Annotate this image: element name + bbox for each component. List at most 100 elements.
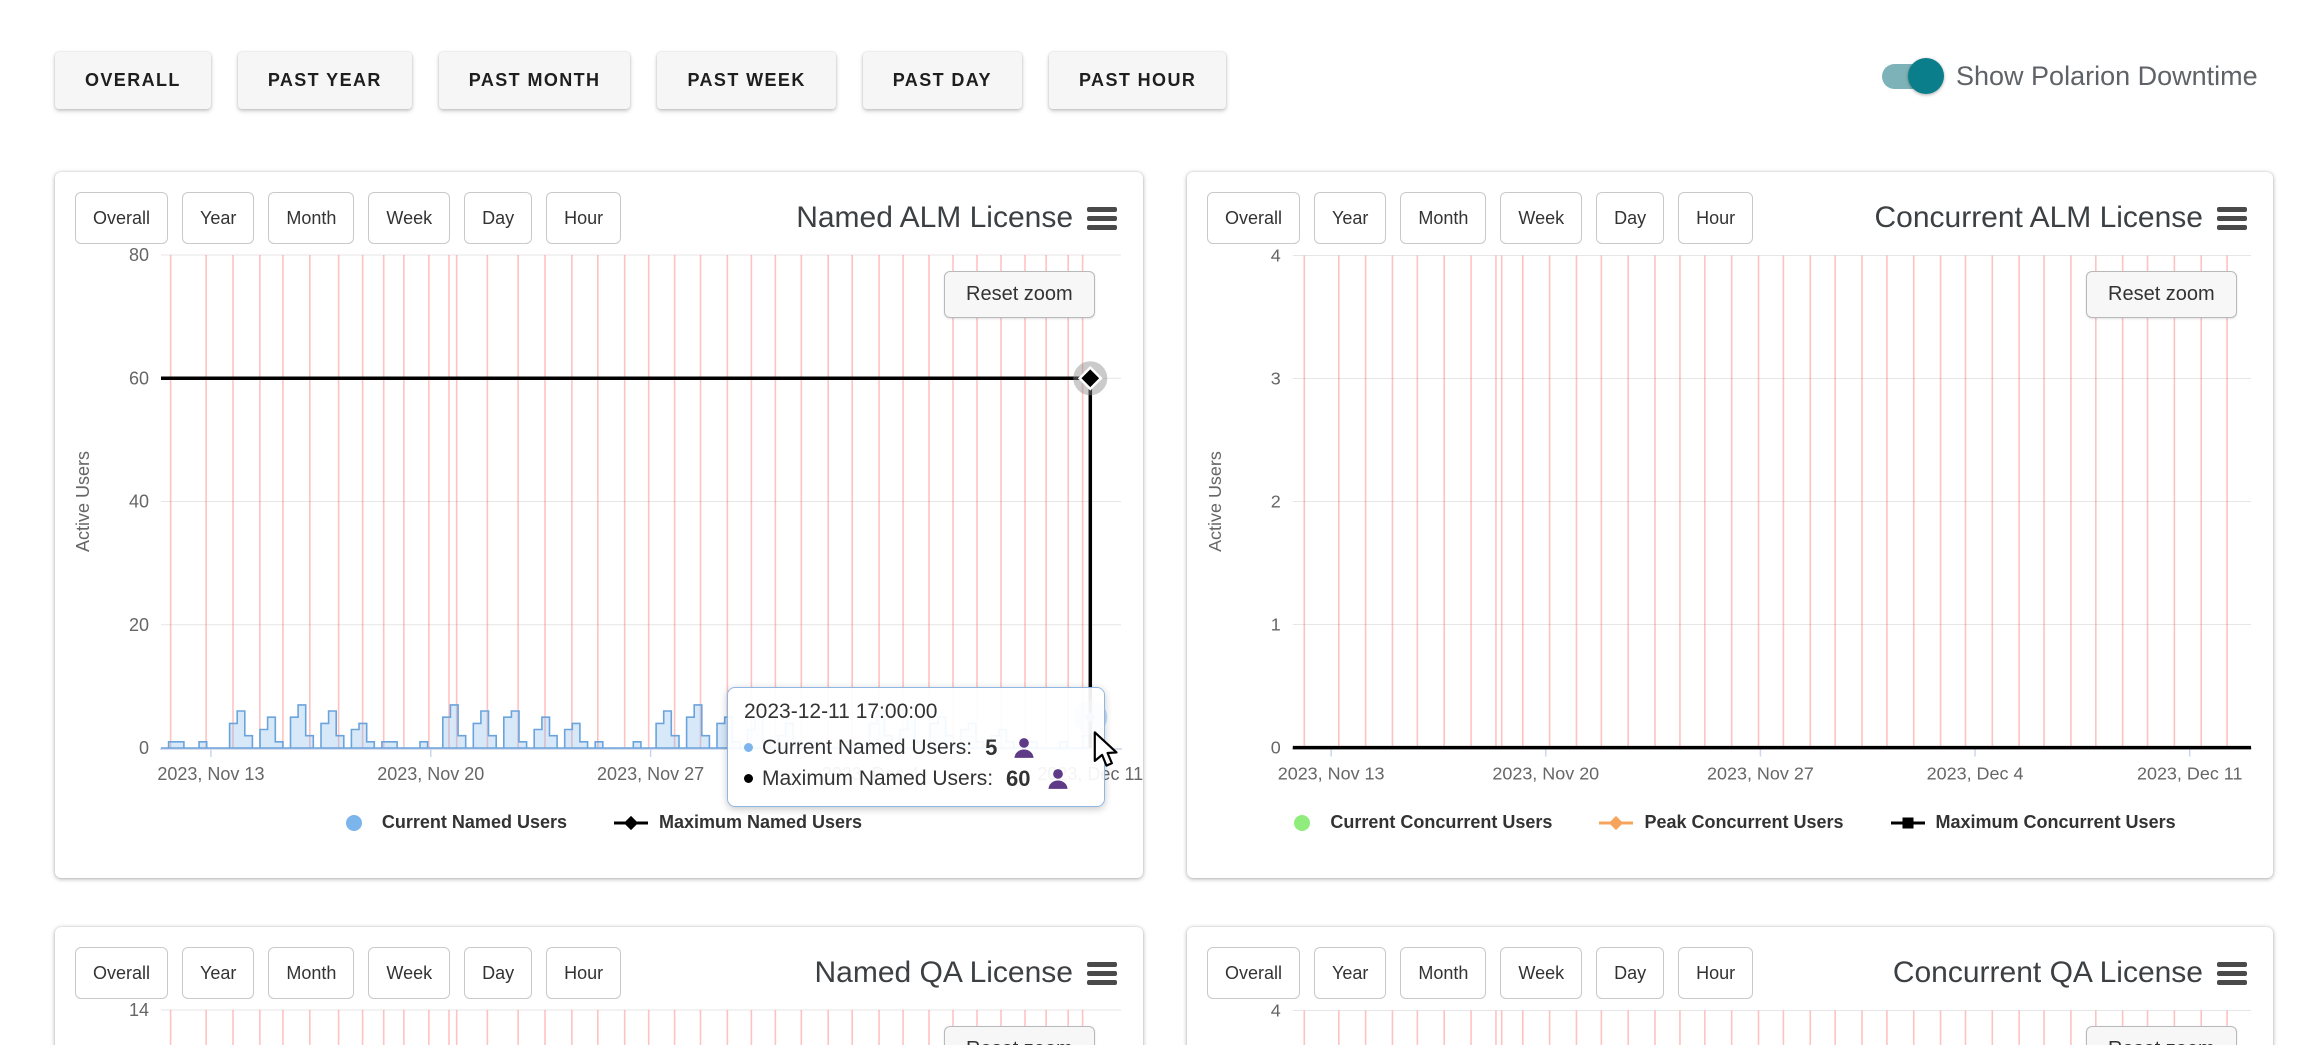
y-tick-label: 3: [1271, 369, 1281, 389]
downtime-toggle-group: Show Polarion Downtime: [1880, 55, 2258, 97]
legend-item[interactable]: Peak Concurrent Users: [1598, 812, 1843, 833]
legend-label: Current Concurrent Users: [1330, 812, 1552, 833]
diamond-line-legend-icon: [613, 814, 649, 832]
reset-zoom-button[interactable]: Reset zoom: [2086, 1026, 2237, 1045]
series-bullet-icon: [744, 774, 753, 783]
range-button-year[interactable]: Year: [1314, 192, 1386, 244]
panel-concurrent-alm-license: Overall Year Month Week Day Hour Concurrent A…: [1187, 172, 2273, 878]
show-downtime-toggle[interactable]: [1880, 55, 1944, 97]
legend-item[interactable]: Current Named Users: [336, 812, 567, 833]
legend-label: Current Named Users: [382, 812, 567, 833]
mouse-cursor-icon: [1090, 731, 1124, 769]
range-button-year[interactable]: Year: [182, 947, 254, 999]
tooltip-row-value: 60: [1006, 763, 1030, 794]
range-button-hour[interactable]: Hour: [1678, 947, 1753, 999]
toolbar-button-past-month[interactable]: PAST MONTH: [439, 52, 631, 109]
reset-zoom-button[interactable]: Reset zoom: [944, 271, 1095, 318]
range-button-hour[interactable]: Hour: [546, 192, 621, 244]
circle-legend-icon: [336, 814, 372, 832]
legend-label: Peak Concurrent Users: [1644, 812, 1843, 833]
x-tick-label: 2023, Dec 4: [1927, 764, 2024, 784]
range-buttons: Overall Year Month Week Day Hour: [1207, 192, 1753, 244]
x-tick-label: 2023, Nov 20: [377, 764, 484, 784]
range-button-month[interactable]: Month: [268, 192, 354, 244]
y-tick-label: 0: [139, 738, 149, 758]
range-button-year[interactable]: Year: [1314, 947, 1386, 999]
y-tick-label: 20: [129, 615, 149, 635]
x-tick-label: 2023, Nov 13: [157, 764, 264, 784]
y-tick-label: 40: [129, 492, 149, 512]
legend-label: Maximum Concurrent Users: [1936, 812, 2176, 833]
x-tick-label: 2023, Nov 13: [1278, 764, 1385, 784]
downtime-toggle-label: Show Polarion Downtime: [1956, 61, 2258, 92]
range-button-overall[interactable]: Overall: [1207, 192, 1300, 244]
panel-title: Concurrent QA License: [1893, 956, 2203, 990]
toolbar-button-past-week[interactable]: PAST WEEK: [657, 52, 835, 109]
y-axis-title: Active Users: [73, 451, 93, 552]
tooltip-row-label: Current Named Users:: [762, 732, 972, 763]
range-button-week[interactable]: Week: [1500, 192, 1582, 244]
panel-title: Named QA License: [815, 956, 1073, 990]
y-tick-label: 1: [1271, 615, 1281, 635]
x-tick-label: 2023, Nov 27: [597, 764, 704, 784]
range-button-day[interactable]: Day: [464, 192, 532, 244]
y-tick-label: 4: [1271, 245, 1281, 265]
square-line-legend-icon: [1890, 814, 1926, 832]
toolbar-button-past-year[interactable]: PAST YEAR: [238, 52, 412, 109]
time-range-toolbar: OVERALL PAST YEAR PAST MONTH PAST WEEK P…: [55, 52, 1226, 109]
toolbar-button-past-hour[interactable]: PAST HOUR: [1049, 52, 1226, 109]
range-button-month[interactable]: Month: [268, 947, 354, 999]
range-button-hour[interactable]: Hour: [546, 947, 621, 999]
chart-canvas[interactable]: 0 1 2 3 4 2023, Nov 13 2023, Nov 20 2023, Nov 2…: [1187, 242, 2273, 802]
toggle-thumb-icon: [1908, 58, 1944, 94]
range-buttons: Overall Year Month Week Day Hour: [1207, 947, 1753, 999]
y-tick-label: 60: [129, 368, 149, 388]
chart-legend: Current Named Users Maximum Named Users: [55, 812, 1143, 833]
panel-title: Named ALM License: [796, 201, 1073, 235]
chart-menu-icon[interactable]: [2217, 207, 2247, 230]
chart-menu-icon[interactable]: [1087, 962, 1117, 985]
range-buttons: Overall Year Month Week Day Hour: [75, 192, 621, 244]
chart-menu-icon[interactable]: [2217, 962, 2247, 985]
x-tick-label: 2023, Dec 11: [2137, 764, 2242, 784]
chart-menu-icon[interactable]: [1087, 207, 1117, 230]
range-button-overall[interactable]: Overall: [1207, 947, 1300, 999]
range-button-week[interactable]: Week: [368, 192, 450, 244]
panel-named-qa-license: Overall Year Month Week Day Hour Named QA Lic…: [55, 927, 1143, 1045]
y-tick-label: 0: [1271, 738, 1281, 758]
x-tick-label: 2023, Nov 27: [1707, 764, 1814, 784]
range-button-day[interactable]: Day: [1596, 192, 1664, 244]
reset-zoom-button[interactable]: Reset zoom: [2086, 271, 2237, 318]
range-button-month[interactable]: Month: [1400, 947, 1486, 999]
range-button-year[interactable]: Year: [182, 192, 254, 244]
legend-item[interactable]: Current Concurrent Users: [1284, 812, 1552, 833]
chart-legend: Current Concurrent Users Peak Concurrent …: [1187, 812, 2273, 833]
range-button-month[interactable]: Month: [1400, 192, 1486, 244]
legend-item[interactable]: Maximum Named Users: [613, 812, 862, 833]
toolbar-button-overall[interactable]: OVERALL: [55, 52, 211, 109]
range-button-overall[interactable]: Overall: [75, 947, 168, 999]
tooltip-row-value: 5: [985, 732, 997, 763]
reset-zoom-button[interactable]: Reset zoom: [944, 1026, 1095, 1045]
person-icon: [1013, 737, 1035, 759]
tooltip-row-maximum: Maximum Named Users: 60: [744, 763, 1090, 794]
y-axis-title: Active Users: [1205, 451, 1225, 552]
range-button-day[interactable]: Day: [464, 947, 532, 999]
toolbar-button-past-day[interactable]: PAST DAY: [863, 52, 1022, 109]
legend-item[interactable]: Maximum Concurrent Users: [1890, 812, 2176, 833]
range-button-hour[interactable]: Hour: [1678, 192, 1753, 244]
panel-title: Concurrent ALM License: [1874, 201, 2203, 235]
range-button-overall[interactable]: Overall: [75, 192, 168, 244]
tooltip-timestamp: 2023-12-11 17:00:00: [744, 700, 1090, 724]
range-button-week[interactable]: Week: [1500, 947, 1582, 999]
y-tick-label: 2: [1271, 492, 1281, 512]
panel-concurrent-qa-license: Overall Year Month Week Day Hour Concurrent Q…: [1187, 927, 2273, 1045]
y-tick-label: 4: [1271, 1000, 1281, 1020]
x-tick-label: 2023, Nov 20: [1492, 764, 1599, 784]
range-button-day[interactable]: Day: [1596, 947, 1664, 999]
tooltip-row-label: Maximum Named Users:: [762, 763, 993, 794]
diamond-line-legend-icon: [1598, 814, 1634, 832]
y-tick-label: 14: [129, 1000, 149, 1020]
range-button-week[interactable]: Week: [368, 947, 450, 999]
tooltip-row-current: Current Named Users: 5: [744, 732, 1090, 763]
